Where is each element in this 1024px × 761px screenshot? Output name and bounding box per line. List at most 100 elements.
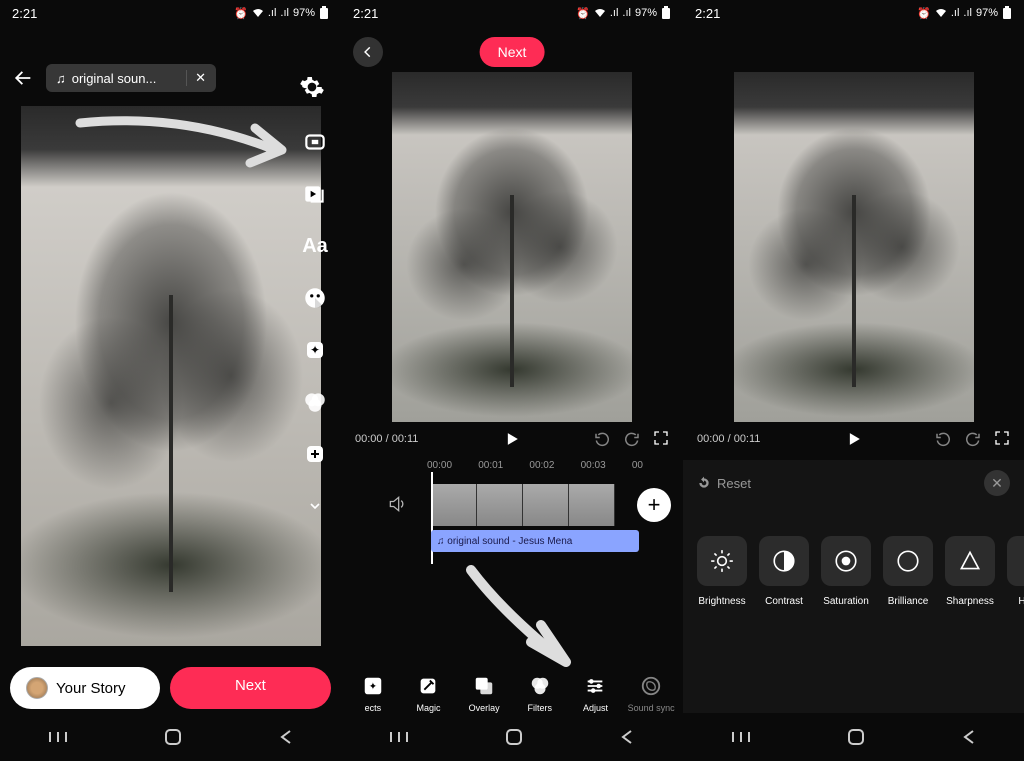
filters-icon[interactable] [301,388,329,416]
your-story-button[interactable]: Your Story [10,667,160,709]
add-clip-button[interactable]: + [637,488,671,522]
flip-icon[interactable] [301,128,329,156]
tool-magic[interactable]: Magic [403,673,453,713]
annotation-arrow-2 [441,560,601,680]
battery-text: 97% [976,7,998,19]
effects-icon: ✦ [360,673,386,699]
status-time: 2:21 [695,6,720,21]
signal-icon: .ıl [610,7,619,19]
status-bar: 2:21 ⏰ .ıl.ıl 97% [341,0,683,26]
next-button[interactable]: Next [480,37,545,67]
next-button[interactable]: Next [170,667,331,709]
back-button[interactable] [10,65,36,91]
adjust-brilliance[interactable]: Brilliance [883,536,933,607]
sound-sync-icon [638,673,664,699]
thumb [431,484,477,526]
speaker-icon[interactable] [387,494,407,514]
text-icon[interactable]: Aa [301,232,329,260]
video-preview[interactable] [734,72,974,422]
your-story-label: Your Story [56,680,126,697]
close-button[interactable]: ✕ [984,470,1010,496]
android-nav [341,721,683,753]
adjust-brightness[interactable]: Brightness [697,536,747,607]
tool-filters[interactable]: Filters [515,673,565,713]
brilliance-icon [883,536,933,586]
play-button[interactable] [844,429,864,449]
alarm-icon: ⏰ [234,7,248,20]
clip-strip[interactable] [431,484,615,526]
reset-label: Reset [717,476,751,491]
battery-icon [1002,6,1012,20]
close-icon[interactable]: ✕ [186,70,206,86]
battery-text: 97% [635,7,657,19]
signal-icon-2: .ıl [622,7,631,19]
tool-effects[interactable]: ✦ects [348,673,398,713]
video-preview[interactable] [0,90,341,661]
wifi-icon [252,8,264,18]
reset-button[interactable]: Reset [697,476,751,491]
home-icon[interactable] [163,727,183,747]
adjust-hue[interactable]: H [1007,536,1024,607]
home-icon[interactable] [846,727,866,747]
brightness-icon [697,536,747,586]
back-icon[interactable] [278,729,294,745]
tool-adjust[interactable]: Adjust [570,673,620,713]
home-icon[interactable] [504,727,524,747]
wifi-icon [594,8,606,18]
redo-icon[interactable] [964,430,982,448]
adjust-contrast[interactable]: Contrast [759,536,809,607]
music-icon: ♫ [56,71,66,86]
battery-icon [319,6,329,20]
status-right: ⏰ .ıl .ıl 97% [234,6,329,20]
video-preview[interactable] [392,72,632,422]
svg-text:✦: ✦ [310,343,320,357]
thumb [569,484,615,526]
contrast-icon [759,536,809,586]
timeline-ticks: 00:0000:0100:0200:0300 [341,460,683,471]
redo-icon[interactable] [623,430,641,448]
signal-icon: .ıl [268,7,277,19]
undo-icon[interactable] [934,430,952,448]
wifi-icon [935,8,947,18]
settings-button[interactable] [299,74,325,100]
adjust-saturation[interactable]: Saturation [821,536,871,607]
thumb [477,484,523,526]
battery-icon [661,6,671,20]
thumb [523,484,569,526]
add-icon[interactable] [301,440,329,468]
effects-icon[interactable]: ✦ [301,336,329,364]
alarm-icon: ⏰ [576,7,590,20]
play-button[interactable] [502,429,522,449]
svg-text:✦: ✦ [369,682,377,693]
overlay-icon [471,673,497,699]
back-button[interactable] [353,37,383,67]
status-right: ⏰ .ıl.ıl 97% [917,6,1012,20]
sound-chip-label: original soun... [72,71,157,86]
magic-icon [415,673,441,699]
clips-icon[interactable] [301,180,329,208]
chevron-down-icon[interactable] [301,492,329,520]
android-nav [0,721,341,753]
stickers-icon[interactable] [301,284,329,312]
sound-chip[interactable]: ♫ original soun... ✕ [46,64,216,92]
timeline[interactable]: + ♫ original sound - Jesus Mena [341,480,683,560]
recents-icon[interactable] [731,730,751,744]
recents-icon[interactable] [48,730,68,744]
undo-icon[interactable] [593,430,611,448]
battery-text: 97% [293,7,315,19]
filters-icon [527,673,553,699]
adjust-sharpness[interactable]: Sharpness [945,536,995,607]
back-icon[interactable] [619,729,635,745]
fullscreen-icon[interactable] [994,430,1010,448]
signal-icon-2: .ıl [963,7,972,19]
tool-sound-sync[interactable]: Sound sync [626,673,676,713]
status-time: 2:21 [353,6,378,21]
recents-icon[interactable] [389,730,409,744]
tool-overlay[interactable]: Overlay [459,673,509,713]
fullscreen-icon[interactable] [653,430,669,448]
time-display: 00:00 / 00:11 [697,433,760,445]
back-icon[interactable] [961,729,977,745]
audio-track[interactable]: ♫ original sound - Jesus Mena [431,530,639,552]
signal-icon: .ıl [951,7,960,19]
time-display: 00:00 / 00:11 [355,433,418,445]
